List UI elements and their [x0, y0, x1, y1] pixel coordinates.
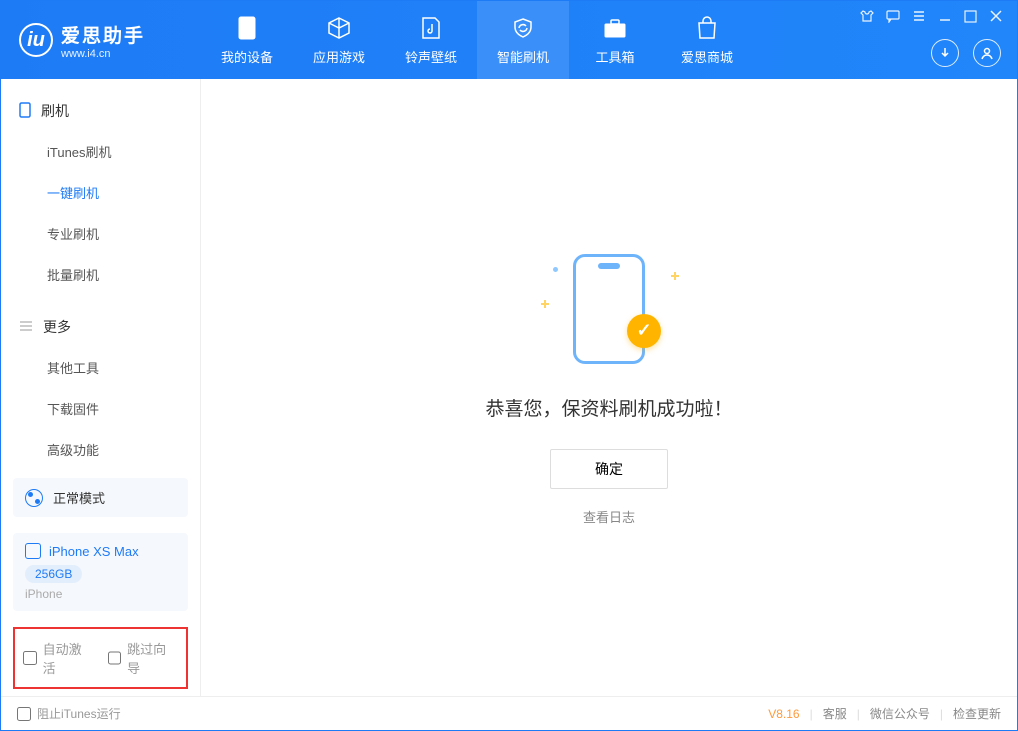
maximize-icon[interactable]: [964, 10, 977, 26]
nav-ringtones-wallpapers[interactable]: 铃声壁纸: [385, 1, 477, 79]
checkbox-label: 自动激活: [43, 639, 94, 677]
body: 刷机 iTunes刷机 一键刷机 专业刷机 批量刷机 更多 其他工具 下载固件 …: [1, 79, 1017, 696]
nav-bar: 我的设备 应用游戏 铃声壁纸 智能刷机 工具箱 爱思商城: [201, 1, 753, 79]
sidebar-section-flash: 刷机 iTunes刷机 一键刷机 专业刷机 批量刷机: [1, 79, 200, 295]
device-title: iPhone XS Max: [25, 543, 176, 559]
refresh-shield-icon: [510, 15, 536, 41]
mode-label: 正常模式: [53, 488, 105, 507]
sidebar-item-batch-flash[interactable]: 批量刷机: [1, 254, 200, 295]
mode-card[interactable]: 正常模式: [13, 478, 188, 517]
nav-label: 爱思商城: [681, 47, 733, 66]
sparkle-icon: [541, 296, 549, 311]
mode-icon: [25, 489, 43, 507]
view-log-link[interactable]: 查看日志: [583, 507, 635, 526]
header: iu 爱思助手 www.i4.cn 我的设备 应用游戏 铃声壁纸 智能刷机: [1, 1, 1017, 79]
device-type: iPhone: [25, 587, 176, 601]
nav-toolbox[interactable]: 工具箱: [569, 1, 661, 79]
checkbox-input[interactable]: [108, 651, 122, 665]
window-controls: [860, 9, 1003, 26]
nav-apps-games[interactable]: 应用游戏: [293, 1, 385, 79]
sidebar-item-advanced[interactable]: 高级功能: [1, 429, 200, 470]
footer: 阻止iTunes运行 V8.16 | 客服 | 微信公众号 | 检查更新: [1, 696, 1017, 730]
device-name: iPhone XS Max: [49, 544, 139, 559]
sparkle-icon: [671, 268, 679, 283]
sidebar-section-more: 更多 其他工具 下载固件 高级功能: [1, 295, 200, 470]
main-content: ✓ 恭喜您，保资料刷机成功啦！ 确定 查看日志: [201, 79, 1017, 696]
app-window: iu 爱思助手 www.i4.cn 我的设备 应用游戏 铃声壁纸 智能刷机: [0, 0, 1018, 731]
account-button[interactable]: [973, 39, 1001, 67]
capacity-badge: 256GB: [25, 565, 82, 583]
app-logo-icon: iu: [19, 23, 53, 57]
cube-icon: [326, 15, 352, 41]
download-button[interactable]: [931, 39, 959, 67]
checkbox-label: 跳过向导: [127, 639, 178, 677]
logo-area: iu 爱思助手 www.i4.cn: [1, 1, 201, 79]
footer-link-update[interactable]: 检查更新: [953, 705, 1001, 722]
checkbox-block-itunes[interactable]: 阻止iTunes运行: [17, 705, 121, 722]
nav-label: 我的设备: [221, 47, 273, 66]
sidebar-header-flash: 刷机: [1, 91, 200, 131]
success-title: 恭喜您，保资料刷机成功啦！: [485, 394, 732, 421]
phone-icon: [234, 15, 260, 41]
feedback-icon[interactable]: [886, 9, 900, 26]
device-card[interactable]: iPhone XS Max 256GB iPhone: [13, 533, 188, 611]
sidebar: 刷机 iTunes刷机 一键刷机 专业刷机 批量刷机 更多 其他工具 下载固件 …: [1, 79, 201, 696]
nav-my-device[interactable]: 我的设备: [201, 1, 293, 79]
close-icon[interactable]: [989, 9, 1003, 26]
nav-label: 智能刷机: [497, 47, 549, 66]
version-label: V8.16: [768, 707, 799, 721]
bag-icon: [694, 15, 720, 41]
music-file-icon: [418, 15, 444, 41]
nav-store[interactable]: 爱思商城: [661, 1, 753, 79]
checkbox-label: 阻止iTunes运行: [37, 705, 121, 722]
ok-button[interactable]: 确定: [550, 449, 668, 489]
sidebar-item-other-tools[interactable]: 其他工具: [1, 347, 200, 388]
header-actions: [931, 39, 1001, 67]
sparkle-icon: [553, 260, 558, 275]
phone-small-icon: [19, 102, 31, 121]
phone-illustration-icon: [573, 254, 645, 364]
checkbox-input[interactable]: [23, 651, 37, 665]
list-icon: [19, 319, 33, 335]
footer-right: V8.16 | 客服 | 微信公众号 | 检查更新: [768, 705, 1001, 722]
sidebar-item-onekey-flash[interactable]: 一键刷机: [1, 172, 200, 213]
nav-label: 应用游戏: [313, 47, 365, 66]
nav-label: 铃声壁纸: [405, 47, 457, 66]
nav-smart-flash[interactable]: 智能刷机: [477, 1, 569, 79]
shirt-icon[interactable]: [860, 9, 874, 26]
minimize-icon[interactable]: [938, 9, 952, 26]
sidebar-title: 更多: [43, 317, 71, 337]
menu-icon[interactable]: [912, 9, 926, 26]
footer-link-support[interactable]: 客服: [823, 705, 847, 722]
sidebar-item-itunes-flash[interactable]: iTunes刷机: [1, 131, 200, 172]
sidebar-title: 刷机: [41, 101, 69, 121]
nav-label: 工具箱: [595, 47, 634, 66]
sidebar-header-more: 更多: [1, 307, 200, 347]
toolbox-icon: [602, 15, 628, 41]
check-badge-icon: ✓: [627, 314, 661, 348]
sidebar-item-pro-flash[interactable]: 专业刷机: [1, 213, 200, 254]
sidebar-item-download-firmware[interactable]: 下载固件: [1, 388, 200, 429]
logo-text: 爱思助手 www.i4.cn: [61, 21, 145, 60]
footer-link-wechat[interactable]: 微信公众号: [870, 705, 930, 722]
app-subtitle: www.i4.cn: [61, 48, 145, 60]
checkbox-input[interactable]: [17, 707, 31, 721]
options-highlight-box: 自动激活 跳过向导: [13, 627, 188, 689]
app-title: 爱思助手: [61, 21, 145, 48]
checkbox-auto-activate[interactable]: 自动激活: [23, 639, 94, 677]
checkbox-skip-wizard[interactable]: 跳过向导: [108, 639, 179, 677]
device-icon: [25, 543, 41, 559]
success-illustration: ✓: [539, 250, 679, 370]
